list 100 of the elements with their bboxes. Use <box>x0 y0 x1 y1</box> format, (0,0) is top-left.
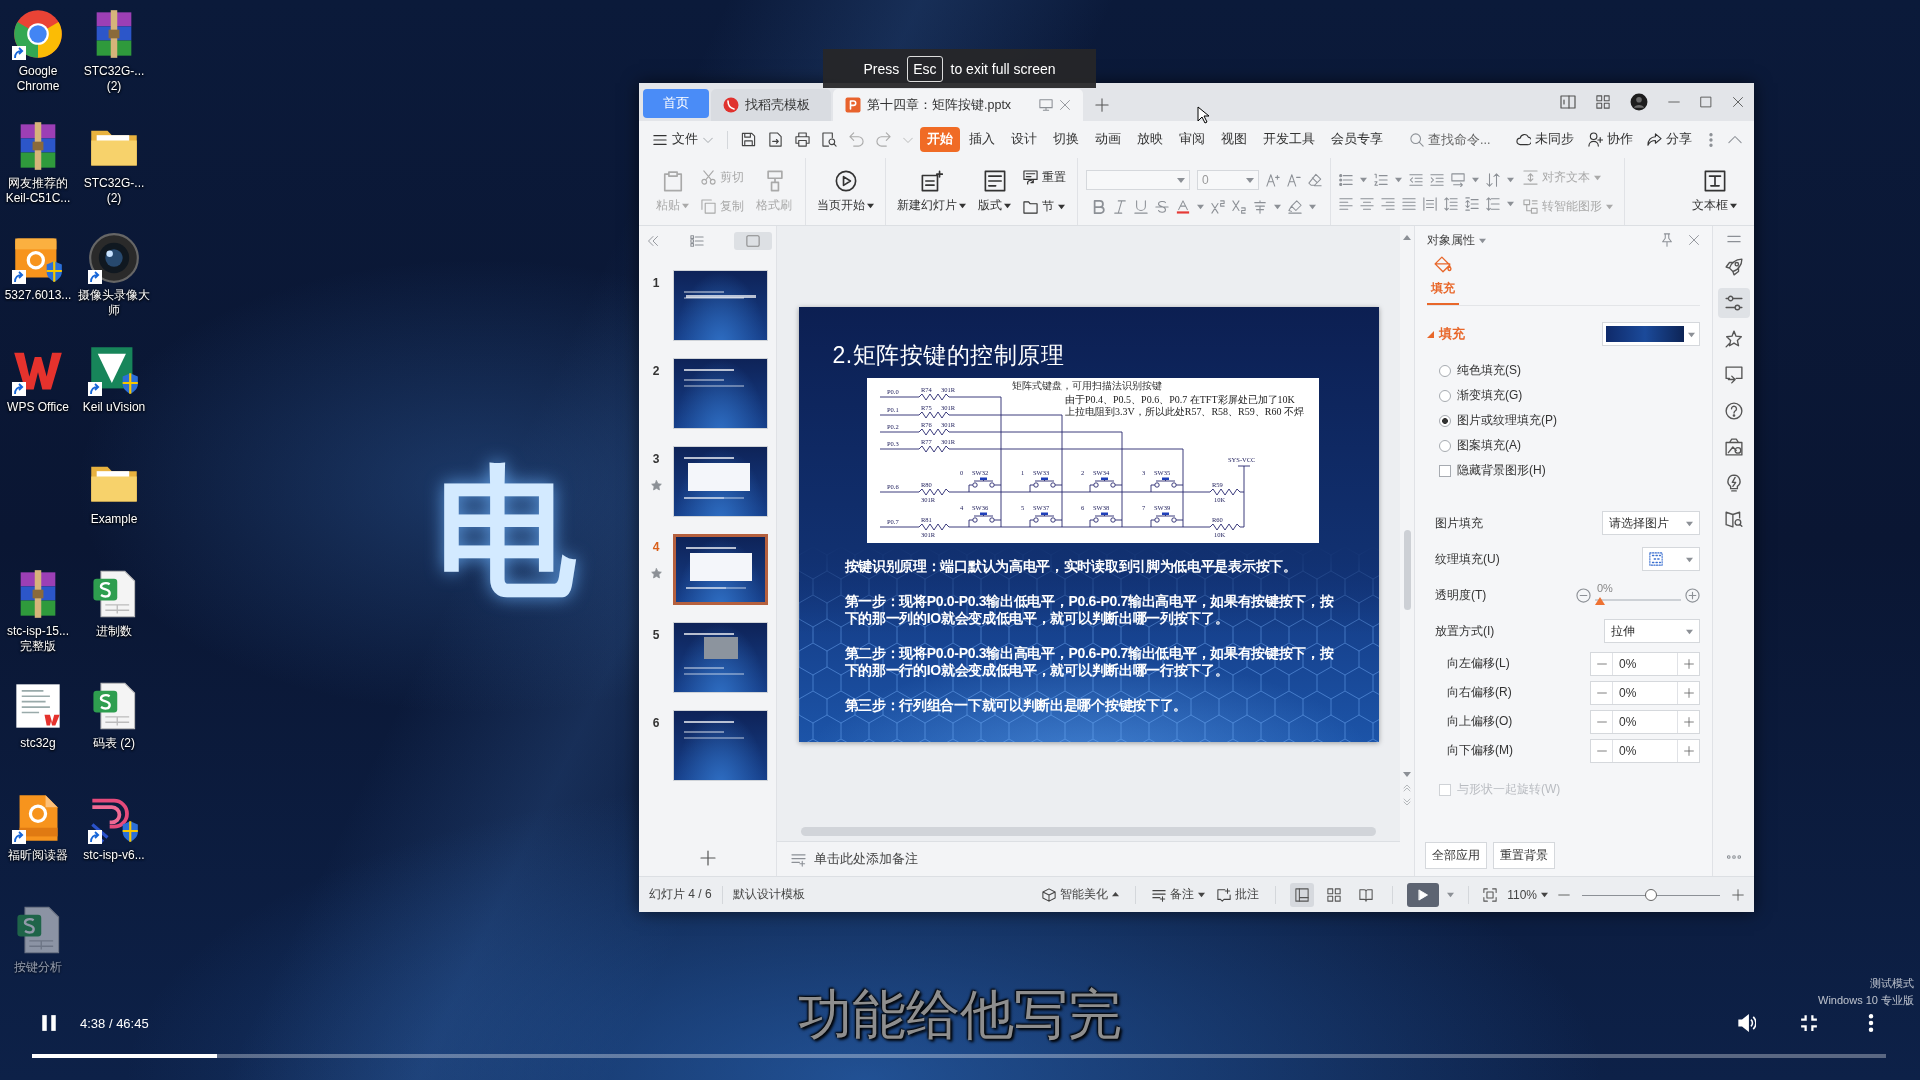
ribbon-tab[interactable]: 动画 <box>1088 127 1128 152</box>
caret-icon[interactable] <box>1507 200 1514 207</box>
side-panel-button[interactable] <box>1717 288 1750 318</box>
export-icon[interactable] <box>768 132 783 147</box>
offset-field[interactable]: 0% <box>1613 681 1677 704</box>
toolbar-button[interactable]: 未同步 <box>1514 131 1576 148</box>
desktop-icon-label[interactable]: stc-isp-15... 完整版 <box>0 624 76 654</box>
scrollbar-thumb[interactable] <box>1403 530 1411 610</box>
desktop-icon-label[interactable]: Example <box>76 512 152 527</box>
collapse-panel-icon[interactable] <box>647 235 659 247</box>
desktop-icon-label[interactable]: 5327.6013... <box>0 288 76 303</box>
offset-field[interactable]: 0% <box>1613 652 1677 675</box>
highlighter-icon[interactable] <box>1288 199 1302 214</box>
panel-title[interactable]: 对象属性 <box>1427 231 1475 249</box>
texture-dropdown[interactable] <box>1642 547 1700 571</box>
numbered-list-icon[interactable] <box>1374 172 1388 187</box>
slideshow-button[interactable] <box>1407 882 1440 907</box>
picture-dropdown[interactable]: 请选择图片 <box>1602 511 1700 535</box>
font-shrink-icon[interactable] <box>1287 172 1301 187</box>
panel-layout-icon[interactable] <box>1560 94 1576 110</box>
radio-button[interactable] <box>1439 414 1451 427</box>
ribbon-tab[interactable]: 设计 <box>1004 127 1044 152</box>
indent-icon[interactable] <box>1430 172 1444 187</box>
add-slide-icon[interactable] <box>699 850 716 866</box>
caret-icon[interactable] <box>1360 176 1367 183</box>
ribbon-tab[interactable]: 视图 <box>1214 127 1254 152</box>
distribute-icon[interactable] <box>1423 196 1437 211</box>
caret-icon[interactable] <box>1447 891 1455 898</box>
sort-icon[interactable] <box>1486 172 1500 187</box>
undo-icon[interactable] <box>849 132 864 147</box>
new-tab-icon[interactable] <box>1095 98 1109 112</box>
italic-icon[interactable] <box>1113 199 1127 214</box>
desktop-icon-label[interactable]: STC32G-... (2) <box>76 176 152 206</box>
thumbnail-view-button[interactable] <box>734 232 772 250</box>
save-icon[interactable] <box>741 132 756 147</box>
desktop-icon-label[interactable]: STC32G-... (2) <box>76 64 152 94</box>
placement-dropdown[interactable]: 拉伸 <box>1604 619 1700 643</box>
tab[interactable]: 第十四章：矩阵按键.pptx <box>833 89 1083 121</box>
align-center-icon[interactable] <box>1360 196 1374 211</box>
view-button[interactable] <box>1290 882 1315 907</box>
phonetic-guide-icon[interactable] <box>1253 199 1267 214</box>
close-tab-icon[interactable] <box>1059 99 1071 111</box>
radio-button[interactable] <box>1439 389 1451 402</box>
desktop-icon-label[interactable]: 进制数 <box>76 624 152 639</box>
slide[interactable] <box>798 307 1379 742</box>
font-name-field[interactable] <box>1086 169 1190 190</box>
apps-grid-icon[interactable] <box>1596 95 1610 109</box>
file-menu[interactable]: 文件 <box>647 131 719 148</box>
transparency-slider[interactable]: 0% <box>1595 582 1681 608</box>
radio-button[interactable] <box>1439 364 1451 377</box>
redo-icon[interactable] <box>876 132 891 147</box>
superscript-icon[interactable] <box>1211 199 1225 214</box>
desktop-icon-label[interactable]: WPS Office <box>0 400 76 415</box>
ribbon-tab[interactable]: 开发工具 <box>1256 127 1322 152</box>
ribbon-button[interactable]: 重置 <box>1020 167 1069 187</box>
caret-icon[interactable] <box>1274 203 1281 210</box>
caret-icon[interactable] <box>1197 203 1204 210</box>
eraser-icon[interactable] <box>1308 172 1322 187</box>
bullet-list-icon[interactable] <box>1339 172 1353 187</box>
line-height-icon[interactable] <box>1486 196 1500 211</box>
close-icon[interactable] <box>1732 96 1744 108</box>
video-progress-bar[interactable] <box>32 1054 1886 1058</box>
desktop-icon-label[interactable]: Google Chrome <box>0 64 76 94</box>
desktop-icon-label[interactable]: stc-isp-v6... <box>76 848 152 863</box>
caret-icon[interactable] <box>1507 176 1514 183</box>
strikethrough-icon[interactable] <box>1155 199 1169 214</box>
desktop-icon-label[interactable]: Keil uVision <box>76 400 152 415</box>
bold-icon[interactable] <box>1092 199 1106 214</box>
ribbon-tab[interactable]: 放映 <box>1130 127 1170 152</box>
ribbon-button[interactable]: 当页开始 <box>814 167 877 216</box>
volume-icon[interactable] <box>1738 1014 1756 1032</box>
caret-icon[interactable] <box>1309 203 1316 210</box>
ribbon-button[interactable]: 版式 <box>975 167 1014 216</box>
close-icon[interactable] <box>1688 234 1700 246</box>
panel-button[interactable]: 重置背景 <box>1493 842 1555 869</box>
monitor-icon[interactable] <box>1039 98 1053 112</box>
zoom-in-icon[interactable] <box>1732 888 1744 901</box>
camera-lens-icon[interactable] <box>88 232 140 284</box>
beautify-button[interactable]: 智能美化 <box>1040 886 1122 903</box>
radio-label[interactable]: 图片或纹理填充(P) <box>1457 412 1557 429</box>
font-grow-icon[interactable] <box>1266 172 1280 187</box>
notes-field[interactable]: 单击此处添加备注 <box>814 852 1034 866</box>
caret-icon[interactable] <box>1395 176 1402 183</box>
increase-icon[interactable] <box>1685 587 1700 603</box>
command-search-field[interactable]: 查找命令... <box>1406 130 1508 149</box>
fit-window-icon[interactable] <box>1483 887 1498 902</box>
ribbon-tab[interactable]: 会员专享 <box>1324 127 1390 152</box>
paragraph-spacing-icon[interactable] <box>1465 196 1479 211</box>
line-spacing-icon[interactable] <box>1444 196 1458 211</box>
offset-spinner[interactable]: 0% <box>1590 709 1700 734</box>
offset-spinner[interactable]: 0% <box>1590 651 1700 676</box>
subscript-icon[interactable] <box>1232 199 1246 214</box>
align-left-icon[interactable] <box>1339 196 1353 211</box>
desktop-icon-label[interactable]: 按键分析 <box>0 960 76 975</box>
desktop-icon-label[interactable]: 福昕阅读器 <box>0 848 76 863</box>
radio-button[interactable] <box>1439 439 1451 452</box>
pause-icon[interactable] <box>40 1014 58 1032</box>
desktop-icon-label[interactable]: 网友推荐的Keil-C51C... <box>0 176 76 206</box>
underline-icon[interactable] <box>1134 199 1148 214</box>
justify-icon[interactable] <box>1402 196 1416 211</box>
